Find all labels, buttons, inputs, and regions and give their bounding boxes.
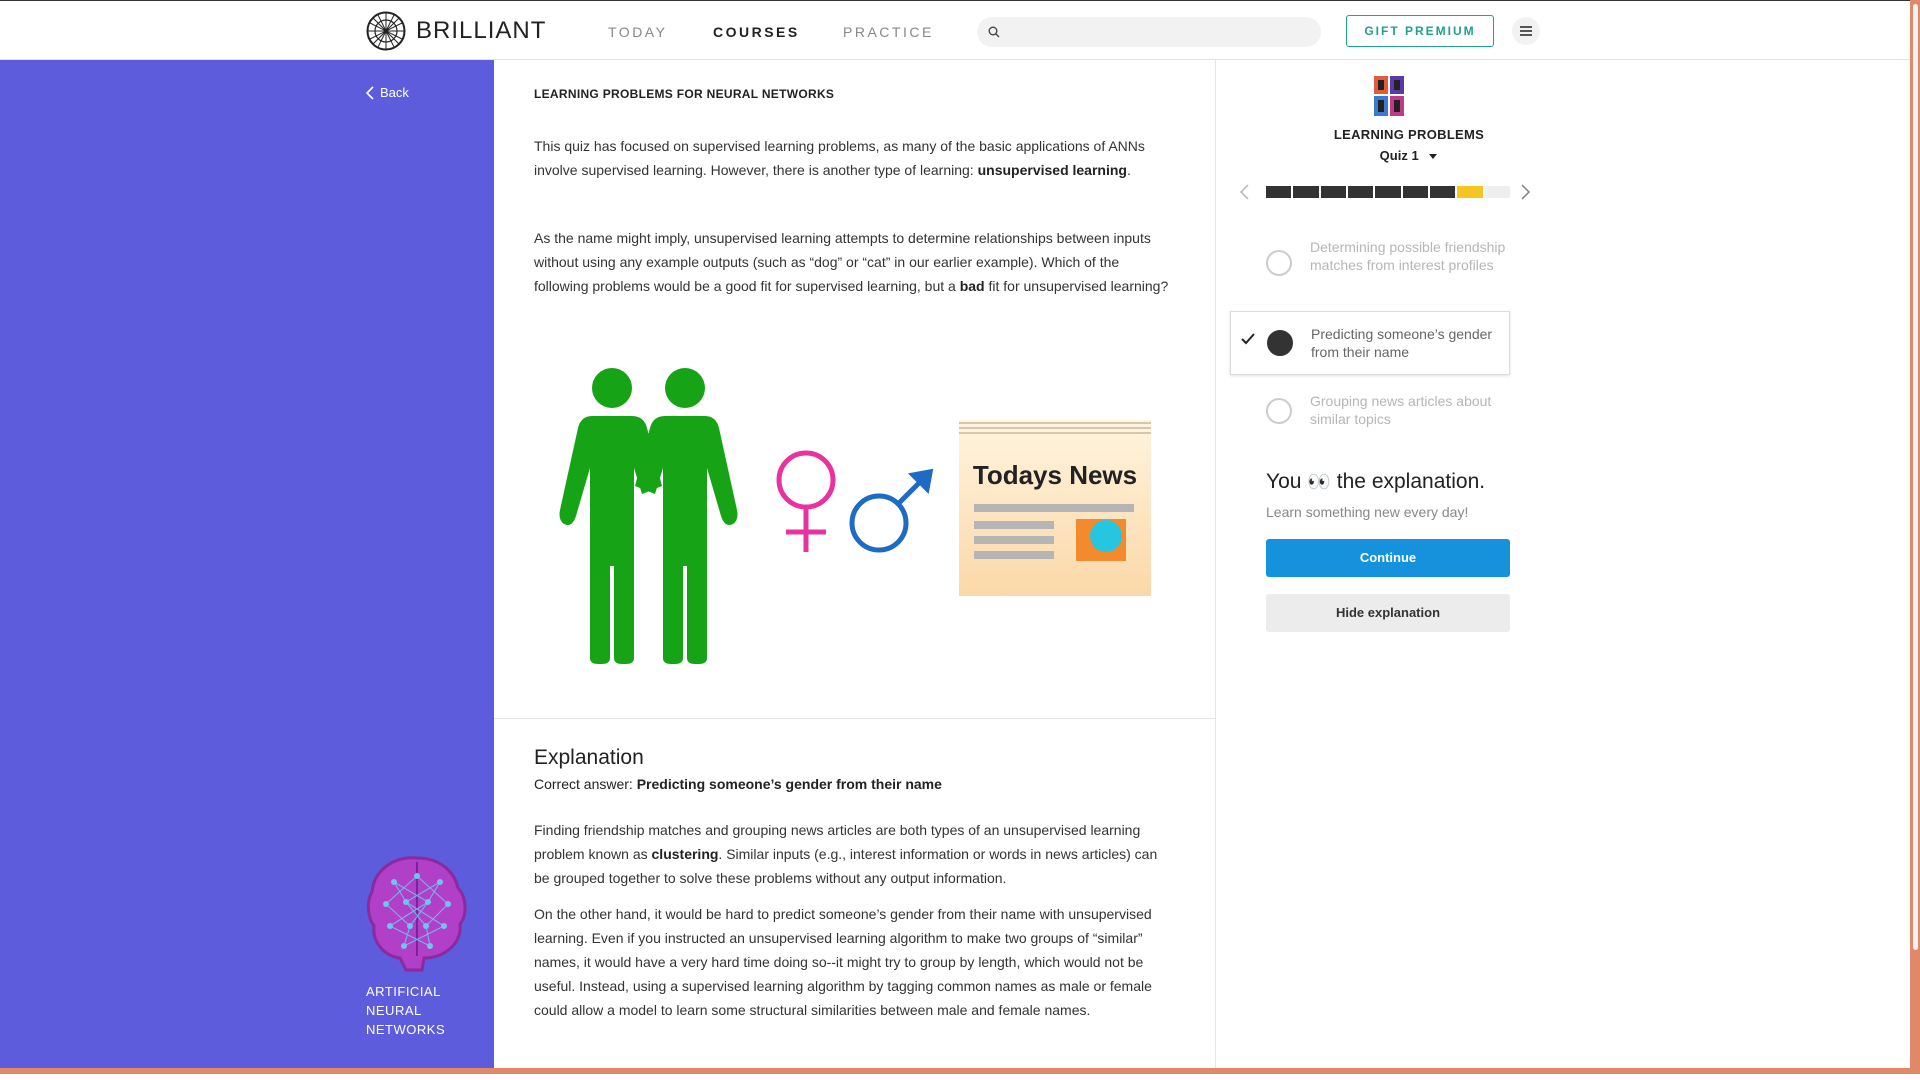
radio-button[interactable] (1267, 330, 1293, 356)
search-icon (988, 26, 1000, 38)
answer-option-label: Determining possible friendship matches … (1310, 239, 1506, 273)
quiz-selector-label: Quiz 1 (1379, 148, 1419, 163)
radio-button[interactable] (1266, 398, 1292, 424)
quiz-panel: LEARNING PROBLEMS Quiz 1 Determining pos… (1216, 60, 1920, 1068)
search-input[interactable] (1007, 17, 1311, 49)
problem-title: LEARNING PROBLEMS FOR NEURAL NETWORKS (534, 87, 835, 101)
newspaper-icon: Todays News (959, 420, 1151, 596)
result-text: You (1266, 470, 1302, 493)
hamburger-menu-button[interactable] (1512, 17, 1540, 45)
progress-segment[interactable] (1429, 186, 1456, 198)
people-icon (559, 368, 738, 664)
bold-term: clustering (651, 846, 719, 862)
chapter-title: LEARNING PROBLEMS (1333, 127, 1485, 142)
nav-practice[interactable]: PRACTICE (843, 24, 934, 40)
caret-down-icon (1429, 153, 1438, 159)
progress-segment[interactable] (1457, 186, 1483, 198)
chapter-icon (1374, 76, 1404, 116)
brand-name: BRILLIANT (416, 17, 547, 44)
result-message: You 👀 the explanation. (1266, 470, 1485, 494)
brilliant-logo[interactable]: BRILLIANT (366, 11, 546, 51)
bold-term: unsupervised learning (977, 162, 1127, 178)
gender-symbols-icon (776, 450, 934, 553)
quiz-progress-bar (1266, 186, 1510, 198)
progress-segment[interactable] (1402, 186, 1428, 198)
progress-segment[interactable] (1484, 186, 1510, 198)
text-span: fit for unsupervised learning? (984, 278, 1169, 294)
next-problem-arrow[interactable] (1520, 183, 1532, 201)
progress-segment[interactable] (1320, 186, 1346, 198)
continue-button[interactable]: Continue (1266, 539, 1510, 577)
course-title[interactable]: ARTIFICIAL NEURAL NETWORKS (366, 982, 476, 1039)
quiz-selector[interactable]: Quiz 1 (1256, 148, 1562, 163)
answer-option-gender[interactable]: Predicting someone’s gender from their n… (1230, 311, 1510, 375)
search-bar (977, 17, 1321, 49)
neural-brain-icon (366, 856, 467, 972)
explanation-paragraph-2: On the other hand, it would be hard to p… (534, 906, 1152, 1018)
check-icon (1241, 333, 1255, 345)
eyes-emoji-icon: 👀 (1307, 472, 1331, 493)
progress-segment[interactable] (1266, 186, 1292, 198)
hide-explanation-button[interactable]: Hide explanation (1266, 594, 1510, 632)
progress-segment[interactable] (1293, 186, 1319, 198)
radio-button[interactable] (1266, 250, 1292, 276)
top-navigation-bar: BRILLIANT TODAY COURSES PRACTICE GIFT PR… (0, 0, 1920, 60)
chevron-left-icon (366, 85, 374, 100)
progress-segment[interactable] (1347, 186, 1374, 198)
nav-today[interactable]: TODAY (608, 24, 667, 40)
course-sidebar: Back ARTIFICIAL NEURAL NETWORKS (0, 60, 494, 1068)
problem-paragraph-2: As the name might imply, unsupervised le… (534, 226, 1174, 298)
gift-premium-button[interactable]: GIFT PREMIUM (1346, 15, 1494, 47)
text-span: . (1126, 162, 1131, 178)
problem-content: LEARNING PROBLEMS FOR NEURAL NETWORKS Th… (494, 60, 1216, 1068)
brilliant-logo-icon (366, 11, 406, 51)
problem-paragraph-1: This quiz has focused on supervised lear… (534, 134, 1174, 182)
result-subtitle: Learn something new every day! (1266, 504, 1469, 520)
correct-answer: Correct answer: Predicting someone’s gen… (534, 776, 942, 792)
previous-problem-arrow[interactable] (1238, 183, 1250, 201)
result-text: the explanation. (1336, 470, 1486, 493)
explanation-paragraph-1: Finding friendship matches and grouping … (534, 818, 1174, 890)
back-link[interactable]: Back (366, 85, 409, 100)
progress-segment[interactable] (1375, 186, 1401, 198)
answer-option-friendship[interactable]: Determining possible friendship matches … (1230, 234, 1510, 292)
problem-illustration: Todays News (559, 368, 1151, 664)
bottom-edge (0, 1068, 1920, 1080)
explanation-divider (494, 718, 1216, 719)
explanation-title: Explanation (534, 746, 644, 769)
answer-option-label: Grouping news articles about similar top… (1310, 393, 1492, 427)
answer-option-label: Predicting someone’s gender from their n… (1311, 326, 1493, 360)
correct-answer-value: Predicting someone’s gender from their n… (636, 776, 942, 792)
answer-option-news[interactable]: Grouping news articles about similar top… (1230, 388, 1510, 432)
bold-term: bad (959, 278, 985, 294)
nav-courses[interactable]: COURSES (713, 24, 800, 40)
correct-answer-prefix: Correct answer: (534, 776, 637, 792)
menu-icon-line (1520, 34, 1532, 36)
back-label: Back (380, 85, 409, 100)
menu-icon-line (1520, 26, 1532, 28)
newspaper-headline: Todays News (973, 460, 1137, 490)
menu-icon-line (1520, 30, 1532, 32)
page-scrollbar-thumb[interactable] (1913, 4, 1918, 950)
